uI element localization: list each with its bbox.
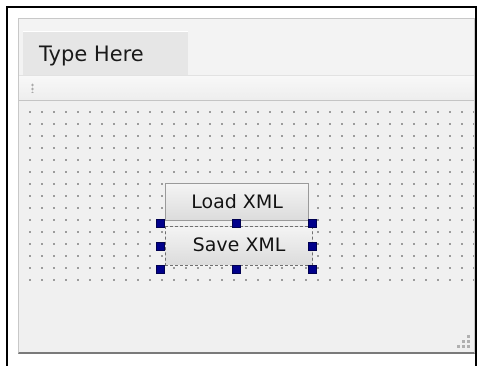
save-xml-button[interactable]: Save XML bbox=[165, 226, 313, 266]
menu-bar: Type Here bbox=[19, 19, 474, 75]
resize-grip-icon[interactable] bbox=[456, 334, 470, 348]
toolbar-grip-icon[interactable] bbox=[31, 83, 34, 93]
menu-type-here-placeholder[interactable]: Type Here bbox=[23, 31, 188, 75]
selection-handle-top-center[interactable] bbox=[232, 219, 241, 228]
selection-handle-middle-right[interactable] bbox=[308, 242, 317, 251]
selection-handle-top-right[interactable] bbox=[308, 219, 317, 228]
toolbar bbox=[19, 75, 474, 101]
form-canvas-grid[interactable]: Load XML Save XML bbox=[19, 101, 474, 289]
load-xml-button[interactable]: Load XML bbox=[165, 183, 309, 221]
selection-handle-bottom-left[interactable] bbox=[156, 265, 165, 274]
designer-form-window: Type Here Load XML Save XML bbox=[18, 18, 475, 354]
selection-handle-top-left[interactable] bbox=[156, 219, 165, 228]
selection-handle-bottom-right[interactable] bbox=[308, 265, 317, 274]
selection-handle-bottom-center[interactable] bbox=[232, 265, 241, 274]
selection-handle-middle-left[interactable] bbox=[156, 242, 165, 251]
